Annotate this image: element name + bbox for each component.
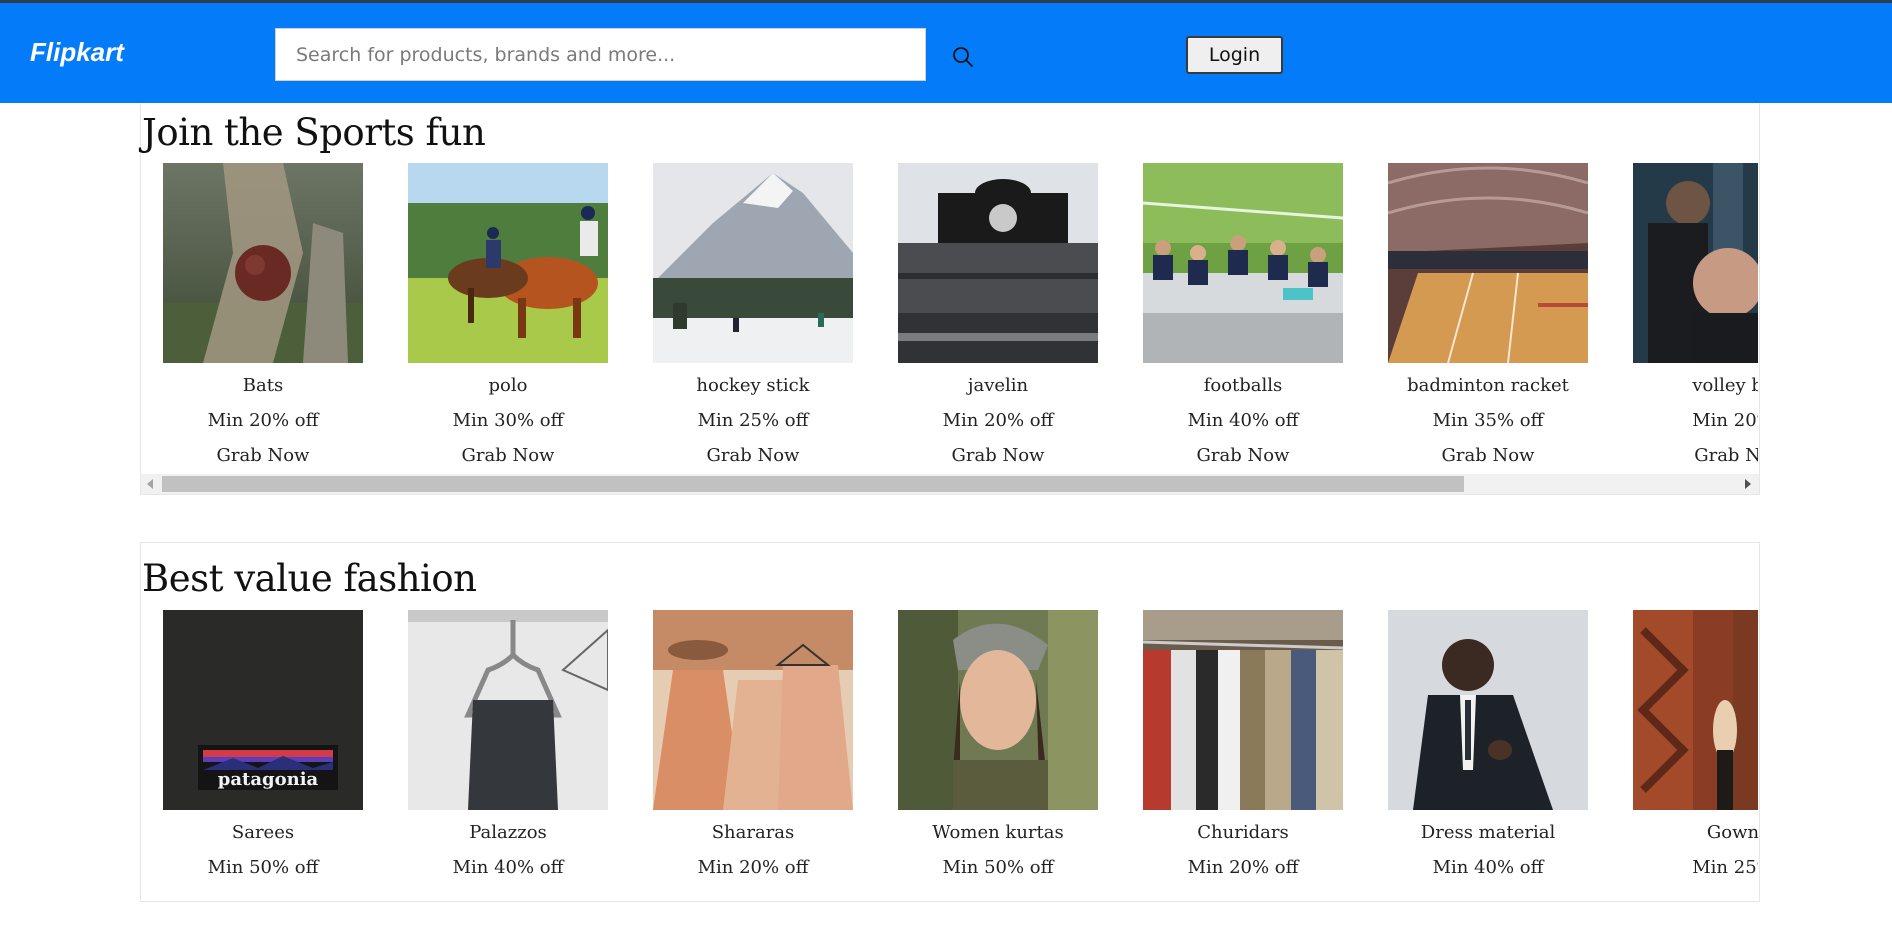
product-image-palazzos — [408, 610, 608, 810]
product-image-sarees: patagonia — [163, 610, 363, 810]
header-bar: Flipkart Login — [0, 3, 1892, 103]
product-image-women-kurtas — [898, 610, 1098, 810]
product-name: Palazzos — [469, 822, 547, 843]
scroll-left-arrow-icon[interactable] — [147, 479, 153, 489]
product-card[interactable]: Women kurtas Min 50% off — [898, 610, 1098, 878]
product-card[interactable]: hockey stick Min 25% off Grab Now — [653, 163, 853, 466]
grab-now-link[interactable]: Grab No — [1633, 445, 1758, 466]
product-card[interactable]: Dress material Min 40% off — [1388, 610, 1588, 878]
grab-now-link[interactable]: Grab Now — [408, 445, 608, 466]
product-name: Bats — [242, 375, 284, 396]
grab-now-link[interactable]: Grab Now — [1143, 445, 1343, 466]
product-offer: Min 20% off — [207, 410, 319, 431]
login-button[interactable]: Login — [1186, 36, 1283, 74]
product-name: badminton racket — [1407, 375, 1569, 396]
product-name: Dress material — [1420, 822, 1556, 843]
grab-now-link[interactable]: Grab Now — [1388, 445, 1588, 466]
search-input[interactable] — [275, 28, 926, 81]
product-offer: Min 35% off — [1432, 410, 1544, 431]
product-name: Churidars — [1197, 822, 1289, 843]
product-carousel[interactable]: Bats Min 20% off Grab Now polo Min 30% o… — [141, 163, 1758, 493]
product-offer: Min 20% off — [1187, 857, 1299, 878]
section-title: Join the Sports fun — [142, 111, 486, 154]
product-image-badminton-racket — [1388, 163, 1588, 363]
product-image-hockey-stick — [653, 163, 853, 363]
product-card[interactable]: Shararas Min 20% off — [653, 610, 853, 878]
grab-now-link[interactable]: Grab Now — [653, 445, 853, 466]
product-image-churidars — [1143, 610, 1343, 810]
product-card[interactable]: javelin Min 20% off Grab Now — [898, 163, 1098, 466]
patagonia-label: patagonia — [218, 769, 319, 790]
section-title: Best value fashion — [142, 557, 477, 600]
grab-now-link[interactable]: Grab Now — [163, 445, 363, 466]
fashion-section: Best value fashion patagonia Sarees Min … — [140, 542, 1760, 902]
product-card[interactable]: Gown Min 25% — [1633, 610, 1758, 878]
product-offer: Min 20% off — [697, 857, 809, 878]
flipkart-logo[interactable]: Flipkart — [30, 37, 124, 68]
product-image-footballs — [1143, 163, 1343, 363]
product-name: javelin — [967, 375, 1029, 396]
sports-section: Join the Sports fun Bats Min 20% off Gra… — [140, 103, 1760, 495]
product-offer: Min 25% off — [697, 410, 809, 431]
product-image-javelin — [898, 163, 1098, 363]
product-offer: Min 25% — [1692, 857, 1758, 878]
product-offer: Min 20% off — [942, 410, 1054, 431]
scrollbar-thumb[interactable] — [162, 476, 1464, 492]
product-offer: Min 50% off — [207, 857, 319, 878]
product-image-shararas — [653, 610, 853, 810]
scroll-right-arrow-icon[interactable] — [1745, 479, 1751, 489]
product-image-bats — [163, 163, 363, 363]
product-name: Sarees — [231, 822, 295, 843]
product-offer: Min 50% off — [942, 857, 1054, 878]
product-offer: Min 40% off — [1187, 410, 1299, 431]
product-image-polo — [408, 163, 608, 363]
product-name: volley ba — [1692, 375, 1758, 396]
product-card[interactable]: polo Min 30% off Grab Now — [408, 163, 608, 466]
search-icon[interactable] — [950, 44, 976, 70]
product-offer: Min 30% off — [452, 410, 564, 431]
product-image-dress-material — [1388, 610, 1588, 810]
product-offer: Min 40% off — [452, 857, 564, 878]
product-carousel[interactable]: patagonia Sarees Min 50% off Palazzos Mi… — [141, 610, 1758, 940]
product-name: polo — [488, 375, 528, 396]
product-name: Women kurtas — [932, 822, 1064, 843]
product-card[interactable]: volley ba Min 20% Grab No — [1633, 163, 1758, 466]
product-card[interactable]: patagonia Sarees Min 50% off — [163, 610, 363, 878]
product-name: footballs — [1203, 375, 1283, 396]
product-offer: Min 20% — [1692, 410, 1758, 431]
product-card[interactable]: Palazzos Min 40% off — [408, 610, 608, 878]
horizontal-scrollbar[interactable] — [141, 474, 1759, 494]
product-name: Gown — [1706, 822, 1758, 843]
product-offer: Min 40% off — [1432, 857, 1544, 878]
product-card[interactable]: footballs Min 40% off Grab Now — [1143, 163, 1343, 466]
grab-now-link[interactable]: Grab Now — [898, 445, 1098, 466]
product-image-gown — [1633, 610, 1758, 810]
product-card[interactable]: badminton racket Min 35% off Grab Now — [1388, 163, 1588, 466]
product-card[interactable]: Bats Min 20% off Grab Now — [163, 163, 363, 466]
product-image-volleyball — [1633, 163, 1758, 363]
product-name: hockey stick — [696, 375, 810, 396]
product-name: Shararas — [711, 822, 795, 843]
product-card[interactable]: Churidars Min 20% off — [1143, 610, 1343, 878]
